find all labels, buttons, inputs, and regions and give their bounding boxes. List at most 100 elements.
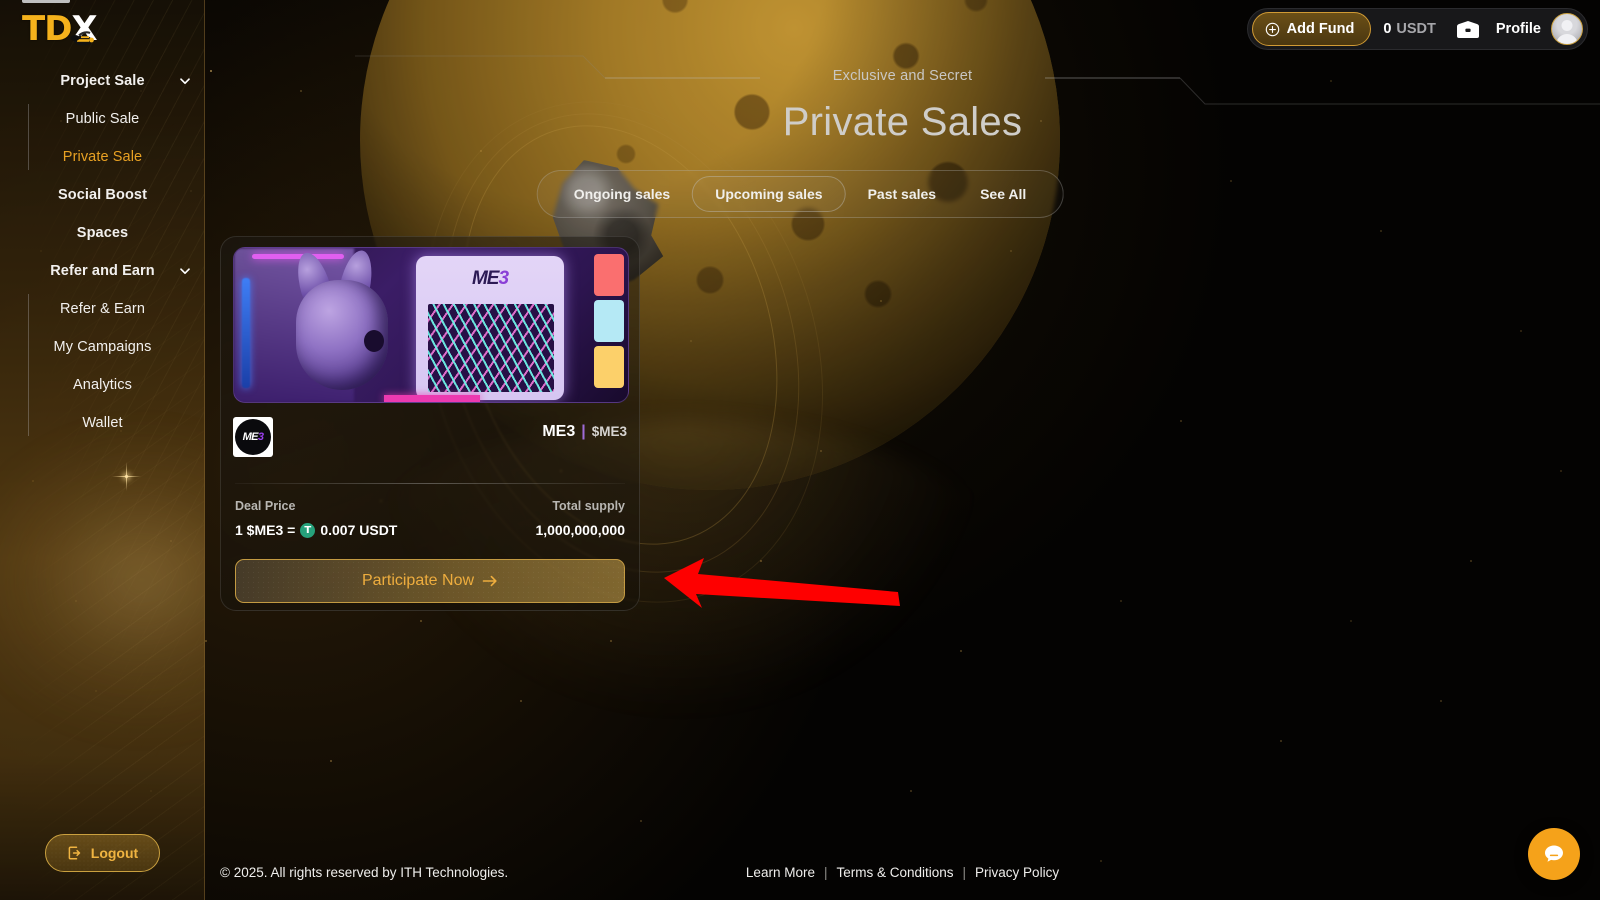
- tab-label: Past sales: [867, 186, 937, 202]
- deal-price-label: Deal Price: [235, 499, 296, 513]
- sidebar-item-public-sale[interactable]: Public Sale: [0, 100, 204, 138]
- profile-button[interactable]: Profile: [1488, 21, 1551, 37]
- card-stats: Deal Price 1 $ME3 = T 0.007 USDT Total s…: [235, 499, 625, 538]
- total-supply-label: Total supply: [552, 499, 625, 513]
- logout-icon: [68, 846, 81, 860]
- sidebar-item-wallet[interactable]: Wallet: [0, 404, 204, 442]
- swatch-yellow: [594, 346, 624, 388]
- footer: © 2025. All rights reserved by ITH Techn…: [205, 844, 1600, 900]
- app-root: TDX Project Sale Public Sale Private Sal…: [0, 0, 1600, 900]
- logout-button[interactable]: Logout: [45, 834, 160, 872]
- banner-logo-3: 3: [498, 268, 509, 289]
- tab-upcoming-sales[interactable]: Upcoming sales: [692, 176, 846, 212]
- chat-bubble-icon: [1545, 845, 1563, 862]
- coin-logo-inner: ME 3: [235, 419, 271, 455]
- balance-currency: USDT: [1396, 21, 1436, 37]
- banner-cat-eye: [364, 330, 384, 352]
- footer-copyright: © 2025. All rights reserved by ITH Techn…: [220, 864, 509, 880]
- hero-eyebrow-row: Exclusive and Secret: [205, 68, 1600, 84]
- balance-amount: 0: [1383, 21, 1392, 37]
- sidebar-item-project-sale[interactable]: Project Sale: [0, 62, 204, 100]
- header-account-bar: Add Fund 0 USDT Profile: [1246, 8, 1588, 50]
- sidebar-item-label: Public Sale: [65, 111, 140, 127]
- sidebar-item-label: Analytics: [73, 377, 132, 393]
- sidebar-item-analytics[interactable]: Analytics: [0, 366, 204, 404]
- project-coin-logo: ME 3: [233, 417, 273, 457]
- tab-label: Upcoming sales: [715, 186, 823, 202]
- banner-neon-pink: [252, 254, 344, 259]
- project-banner-image: ME3: [233, 247, 629, 403]
- logout-label: Logout: [90, 845, 139, 861]
- wallet-icon[interactable]: [1456, 20, 1480, 39]
- sidebar-item-label: Refer & Earn: [59, 301, 145, 317]
- project-name-block: ME3 | $ME3: [542, 423, 627, 441]
- bee-icon: [70, 31, 94, 46]
- participate-now-label: Participate Now: [361, 572, 475, 589]
- window-drag-handle: [22, 0, 70, 3]
- chevron-down-icon[interactable]: [179, 265, 191, 277]
- footer-links: Learn More | Terms & Conditions | Privac…: [746, 865, 1059, 880]
- total-supply-value: 1,000,000,000: [535, 522, 625, 538]
- avatar[interactable]: [1551, 13, 1583, 45]
- usdt-token-icon: T: [300, 522, 316, 538]
- tab-past-sales[interactable]: Past sales: [846, 176, 959, 212]
- page-title: Private Sales: [782, 100, 1023, 144]
- sidebar-item-label: Spaces: [76, 225, 129, 241]
- sidebar-item-private-sale[interactable]: Private Sale: [0, 138, 204, 176]
- swatch-cyan: [594, 300, 624, 342]
- deal-price-prefix: 1 $ME3 =: [235, 522, 296, 538]
- coin-logo-3: 3: [257, 431, 264, 443]
- participate-now-button[interactable]: Participate Now: [235, 559, 625, 603]
- banner-me3-logo: ME3: [472, 268, 509, 290]
- hero-eyebrow: Exclusive and Secret: [832, 68, 973, 84]
- sidebar-item-refer-earn[interactable]: Refer & Earn: [0, 290, 204, 328]
- deal-price-block: Deal Price 1 $ME3 = T 0.007 USDT: [235, 499, 397, 538]
- deal-price-amount: 0.007 USDT: [320, 522, 398, 538]
- brand-text-gold: TD: [22, 9, 72, 49]
- logout-container: Logout: [0, 834, 204, 872]
- sidebar-item-label: Wallet: [82, 415, 123, 431]
- tab-label: Ongoing sales: [573, 186, 671, 202]
- banner-color-swatches: [594, 254, 624, 388]
- banner-generative-art: [428, 304, 554, 392]
- sales-filter-tabs: Ongoing sales Upcoming sales Past sales …: [536, 170, 1064, 218]
- footer-separator: |: [962, 864, 967, 880]
- sidebar: TDX Project Sale Public Sale Private Sal…: [0, 0, 205, 900]
- total-supply-block: Total supply 1,000,000,000: [535, 499, 625, 538]
- sidebar-item-label: Private Sale: [62, 149, 143, 165]
- sidebar-subgroup-refer-and-earn: Refer & Earn My Campaigns Analytics Wall…: [0, 290, 204, 442]
- project-identity-row: ME 3 ME3 | $ME3: [233, 417, 627, 461]
- coin-logo-me: ME: [242, 431, 259, 443]
- sidebar-item-social-boost[interactable]: Social Boost: [0, 176, 204, 214]
- footer-link-learn-more[interactable]: Learn More: [746, 865, 815, 880]
- swatch-red: [594, 254, 624, 296]
- sidebar-item-spaces[interactable]: Spaces: [0, 214, 204, 252]
- banner-screen: ME3: [416, 256, 564, 400]
- chat-widget-button[interactable]: [1528, 828, 1580, 880]
- sidebar-item-refer-and-earn[interactable]: Refer and Earn: [0, 252, 204, 290]
- sale-card[interactable]: ME3 ME 3 ME3 | $ME3 Deal Price 1 $ME3 = …: [220, 236, 640, 611]
- balance-display: 0 USDT: [1371, 21, 1448, 37]
- footer-separator: |: [823, 864, 828, 880]
- project-symbol: $ME3: [591, 424, 627, 439]
- sidebar-item-my-campaigns[interactable]: My Campaigns: [0, 328, 204, 366]
- sidebar-item-label: Project Sale: [60, 73, 145, 89]
- banner-neon-blue: [242, 278, 250, 388]
- sidebar-item-label: Social Boost: [57, 187, 148, 203]
- project-name-separator: |: [581, 423, 586, 440]
- brand-logo[interactable]: TDX: [22, 8, 132, 50]
- footer-link-privacy[interactable]: Privacy Policy: [975, 865, 1059, 880]
- tab-see-all[interactable]: See All: [958, 176, 1048, 212]
- add-fund-button[interactable]: Add Fund: [1251, 12, 1372, 46]
- arrow-right-icon: [482, 575, 497, 587]
- project-name: ME3: [542, 423, 576, 440]
- sidebar-item-label: Refer and Earn: [50, 263, 155, 279]
- card-divider: [235, 483, 625, 484]
- tab-ongoing-sales[interactable]: Ongoing sales: [552, 176, 692, 212]
- plus-circle-icon: [1265, 22, 1279, 36]
- deal-price-value: 1 $ME3 = T 0.007 USDT: [235, 522, 397, 538]
- footer-link-terms[interactable]: Terms & Conditions: [836, 865, 953, 880]
- sidebar-item-label: My Campaigns: [53, 339, 152, 355]
- sidebar-subgroup-project-sale: Public Sale Private Sale: [0, 100, 204, 176]
- chevron-down-icon[interactable]: [179, 75, 191, 87]
